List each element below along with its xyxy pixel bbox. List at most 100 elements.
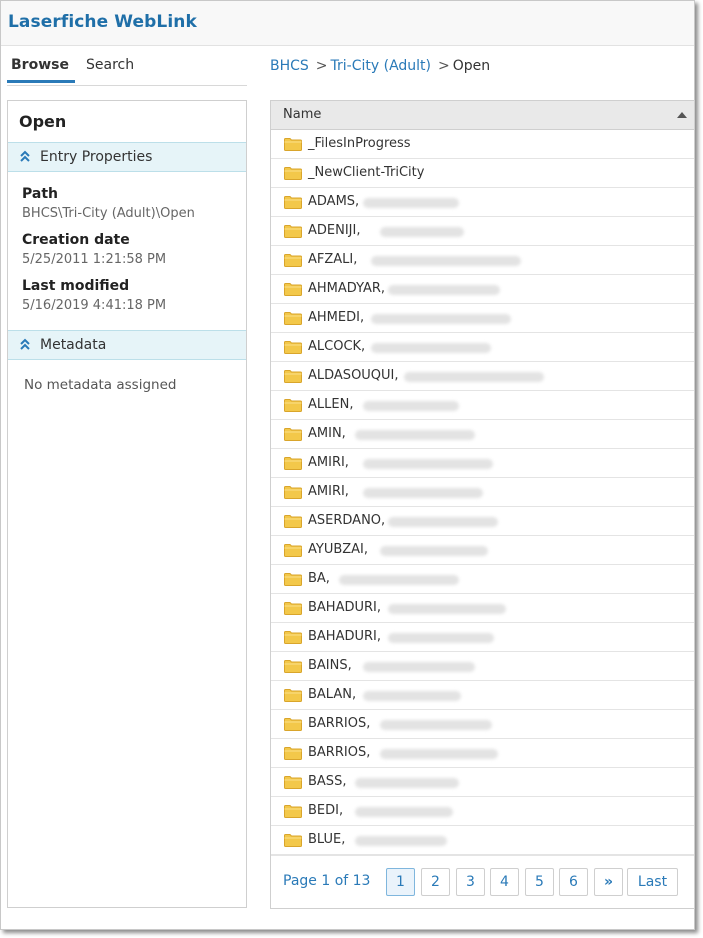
folder-name: AYUBZAI, [308, 542, 369, 557]
folder-row[interactable]: BAINS, [271, 652, 694, 681]
page-button-6[interactable]: 6 [559, 868, 588, 896]
redacted-text [363, 691, 462, 701]
folder-row[interactable]: _NewClient-TriCity [271, 159, 694, 188]
folder-row[interactable]: AHMEDI, [271, 304, 694, 333]
breadcrumb-bhcs[interactable]: BHCS [270, 58, 309, 74]
folder-row[interactable]: BAHADURI, [271, 623, 694, 652]
folder-row[interactable]: AMIN, [271, 420, 694, 449]
folder-icon [284, 399, 302, 412]
folder-name: BARRIOS, [308, 716, 371, 731]
folder-row[interactable]: ADENIJI, [271, 217, 694, 246]
redacted-text [379, 749, 498, 759]
folder-icon [284, 602, 302, 615]
folder-row[interactable]: ALDASOUQUI, [271, 362, 694, 391]
folder-row[interactable]: BARRIOS, [271, 710, 694, 739]
no-metadata-text: No metadata assigned [24, 377, 177, 393]
folder-icon [284, 341, 302, 354]
brand-logo[interactable]: Laserfiche WebLink [8, 12, 197, 32]
redacted-text [379, 546, 488, 556]
folder-row[interactable]: BALAN, [271, 681, 694, 710]
page-button-1[interactable]: 1 [386, 868, 415, 896]
tab-browse[interactable]: Browse [7, 57, 75, 83]
folder-icon [284, 660, 302, 673]
creation-date-label: Creation date [22, 232, 130, 248]
folder-name: BALAN, [308, 687, 357, 702]
redacted-text [404, 372, 545, 382]
creation-date-value: 5/25/2011 1:21:58 PM [22, 252, 167, 267]
folder-icon [284, 283, 302, 296]
folder-name: AMIRI, [308, 455, 349, 470]
folder-row[interactable]: ALCOCK, [271, 333, 694, 362]
last-page-button[interactable]: Last [627, 868, 678, 896]
folder-row[interactable]: ALLEN, [271, 391, 694, 420]
folder-row[interactable]: AFZALI, [271, 246, 694, 275]
folder-row[interactable]: BARRIOS, [271, 739, 694, 768]
next-pages-button[interactable]: » [594, 868, 623, 896]
folder-name: AHMADYAR, [308, 281, 386, 296]
folder-name: _NewClient-TriCity [308, 165, 425, 180]
page-button-5[interactable]: 5 [525, 868, 554, 896]
path-label: Path [22, 186, 58, 202]
folder-row[interactable]: BLUE, [271, 826, 694, 855]
folder-row[interactable]: AHMADYAR, [271, 275, 694, 304]
redacted-text [387, 517, 498, 527]
folder-name: AMIN, [308, 426, 346, 441]
entry-properties-label: Entry Properties [40, 149, 153, 165]
folder-name: BARRIOS, [308, 745, 371, 760]
sort-ascending-icon [677, 112, 687, 118]
entry-title: Open [19, 112, 67, 131]
last-modified-value: 5/16/2019 4:41:18 PM [22, 298, 167, 313]
last-modified-label: Last modified [22, 278, 130, 294]
folder-rows: _FilesInProgress _NewClient-TriCity ADAMS,… [271, 130, 694, 855]
redacted-text [355, 778, 459, 788]
folder-name: BASS, [308, 774, 347, 789]
name-column-header[interactable]: Name [271, 101, 694, 130]
weblink-window: Laserfiche WebLink Browse Search Open En… [0, 0, 695, 930]
redacted-text [379, 227, 464, 237]
folder-icon [284, 457, 302, 470]
folder-name: ASERDANO, [308, 513, 386, 528]
redacted-text [371, 256, 522, 266]
entry-info-panel: Open Entry Properties Path BHCS\Tri-City… [7, 100, 247, 908]
metadata-header[interactable]: Metadata [8, 330, 246, 360]
folder-row[interactable]: ADAMS, [271, 188, 694, 217]
path-value: BHCS\Tri-City (Adult)\Open [22, 206, 195, 221]
page-button-3[interactable]: 3 [456, 868, 485, 896]
folder-row[interactable]: AMIRI, [271, 449, 694, 478]
breadcrumb-separator: > [315, 58, 328, 74]
page-button-4[interactable]: 4 [490, 868, 519, 896]
folder-icon [284, 805, 302, 818]
folder-icon [284, 138, 302, 151]
page-info: Page 1 of 13 [283, 873, 371, 889]
folder-row[interactable]: AYUBZAI, [271, 536, 694, 565]
folder-icon [284, 689, 302, 702]
breadcrumb-tri-city[interactable]: Tri-City (Adult) [331, 58, 431, 74]
redacted-text [363, 198, 460, 208]
folder-row[interactable]: BASS, [271, 768, 694, 797]
folder-row[interactable]: BAHADURI, [271, 594, 694, 623]
folder-row[interactable]: ASERDANO, [271, 507, 694, 536]
folder-icon [284, 718, 302, 731]
redacted-text [338, 575, 459, 585]
folder-row[interactable]: BA, [271, 565, 694, 594]
folder-row[interactable]: BEDI, [271, 797, 694, 826]
folder-name: BA, [308, 571, 330, 586]
folder-name: BLUE, [308, 832, 346, 847]
folder-name: AHMEDI, [308, 310, 365, 325]
folder-icon [284, 573, 302, 586]
folder-row[interactable]: AMIRI, [271, 478, 694, 507]
redacted-text [387, 604, 506, 614]
nav-tabs: Browse Search [7, 53, 247, 86]
folder-icon [284, 312, 302, 325]
entry-properties-header[interactable]: Entry Properties [8, 142, 246, 172]
folder-name: ALDASOUQUI, [308, 368, 399, 383]
folder-name: BAHADURI, [308, 629, 382, 644]
folder-name: _FilesInProgress [308, 136, 411, 151]
folder-name: ALCOCK, [308, 339, 366, 354]
page-button-2[interactable]: 2 [421, 868, 450, 896]
tab-search[interactable]: Search [86, 57, 134, 73]
folder-row[interactable]: _FilesInProgress [271, 130, 694, 159]
breadcrumb: BHCS > Tri-City (Adult) > Open [270, 58, 490, 74]
redacted-text [363, 488, 484, 498]
folder-icon [284, 544, 302, 557]
